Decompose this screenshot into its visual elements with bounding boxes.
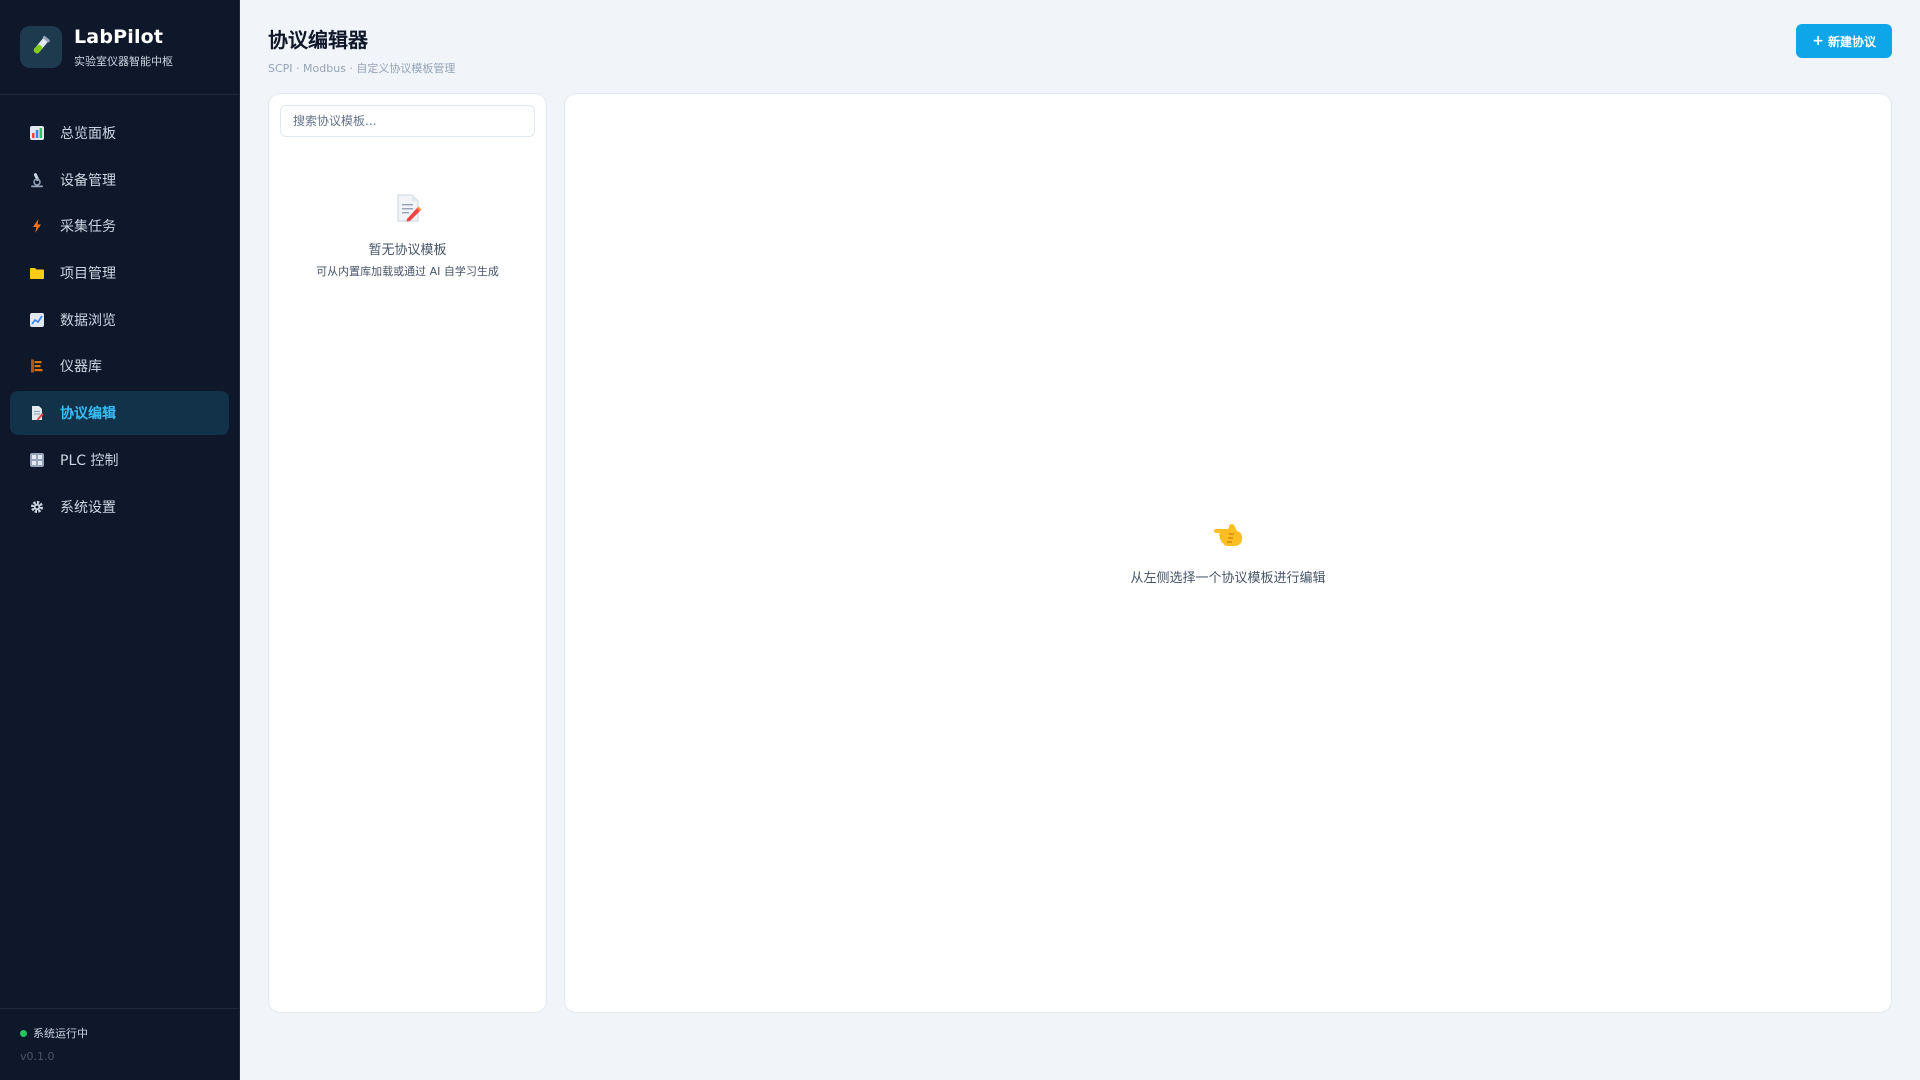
sidebar-item-label: 系统设置: [60, 499, 116, 516]
bar-chart-icon: [28, 124, 46, 142]
sidebar-item-label: 采集任务: [60, 219, 116, 236]
sidebar-item-projects[interactable]: 项目管理: [10, 251, 229, 295]
memo-icon: [394, 194, 422, 227]
sidebar-footer: 系统运行中 v0.1.0: [0, 1008, 239, 1080]
sidebar-item-label: 设备管理: [60, 172, 116, 189]
sidebar-item-label: 协议编辑: [60, 406, 116, 423]
sidebar: LabPilot 实验室仪器智能中枢 总览面板 设备管理 采集任务 项目管理 数…: [0, 0, 240, 1080]
editor-hint: 从左侧选择一个协议模板进行编辑: [1130, 570, 1326, 586]
sidebar-nav: 总览面板 设备管理 采集任务 项目管理 数据浏览 仪器库 协议编辑 PLC 控制…: [0, 95, 239, 1008]
sidebar-item-dashboard[interactable]: 总览面板: [10, 111, 229, 155]
gear-icon: [28, 498, 46, 516]
microscope-icon: [28, 171, 46, 189]
app-version: v0.1.0: [20, 1050, 55, 1063]
empty-state-title: 暂无协议模板: [368, 243, 447, 258]
sidebar-item-plc[interactable]: PLC 控制: [10, 438, 229, 482]
sidebar-item-label: 仪器库: [60, 359, 102, 376]
flask-logo-icon: [20, 26, 62, 68]
status-indicator-icon: [20, 1029, 27, 1037]
new-protocol-label: 新建协议: [1827, 34, 1876, 49]
folder-icon: [28, 264, 46, 282]
library-icon: [28, 357, 46, 375]
pointing-hand-icon: [1212, 521, 1244, 553]
document-icon: [28, 404, 46, 422]
brand: LabPilot 实验室仪器智能中枢: [0, 0, 239, 95]
protocol-list-panel: 暂无协议模板 可从内置库加载或通过 AI 自学习生成: [268, 93, 547, 1013]
sidebar-item-protocol-editor[interactable]: 协议编辑: [10, 391, 229, 436]
sidebar-item-label: 总览面板: [60, 126, 116, 142]
sidebar-item-data[interactable]: 数据浏览: [10, 298, 229, 342]
brand-subtitle: 实验室仪器智能中枢: [74, 54, 173, 68]
grid-control-icon: [28, 451, 46, 469]
new-protocol-button[interactable]: + 新建协议: [1796, 24, 1892, 58]
app-root: LabPilot 实验室仪器智能中枢 总览面板 设备管理 采集任务 项目管理 数…: [0, 0, 1920, 1080]
page-header: 协议编辑器 SCPI · Modbus · 自定义协议模板管理 + 新建协议: [268, 0, 1892, 93]
plus-icon: +: [1812, 33, 1824, 49]
protocol-editor-panel: 从左侧选择一个协议模板进行编辑: [564, 93, 1892, 1013]
sidebar-item-library[interactable]: 仪器库: [10, 344, 229, 388]
search-input[interactable]: [280, 105, 535, 137]
line-chart-icon: [28, 311, 46, 329]
system-status: 系统运行中: [33, 1027, 88, 1040]
sidebar-item-label: PLC 控制: [60, 452, 119, 469]
sidebar-item-label: 项目管理: [60, 266, 116, 283]
lightning-icon: [28, 217, 46, 235]
empty-state-description: 可从内置库加载或通过 AI 自学习生成: [316, 265, 499, 278]
empty-state: 暂无协议模板 可从内置库加载或通过 AI 自学习生成: [280, 193, 535, 279]
editor-layout: 暂无协议模板 可从内置库加载或通过 AI 自学习生成 从左侧选择一个协议模板进行…: [268, 93, 1892, 1013]
brand-name: LabPilot: [74, 25, 164, 48]
main-content: 协议编辑器 SCPI · Modbus · 自定义协议模板管理 + 新建协议 暂…: [240, 0, 1920, 1080]
page-title: 协议编辑器: [268, 28, 368, 52]
sidebar-item-devices[interactable]: 设备管理: [10, 158, 229, 202]
sidebar-item-label: 数据浏览: [60, 312, 116, 329]
sidebar-item-settings[interactable]: 系统设置: [10, 485, 229, 529]
sidebar-item-tasks[interactable]: 采集任务: [10, 204, 229, 248]
breadcrumb: SCPI · Modbus · 自定义协议模板管理: [268, 62, 456, 75]
